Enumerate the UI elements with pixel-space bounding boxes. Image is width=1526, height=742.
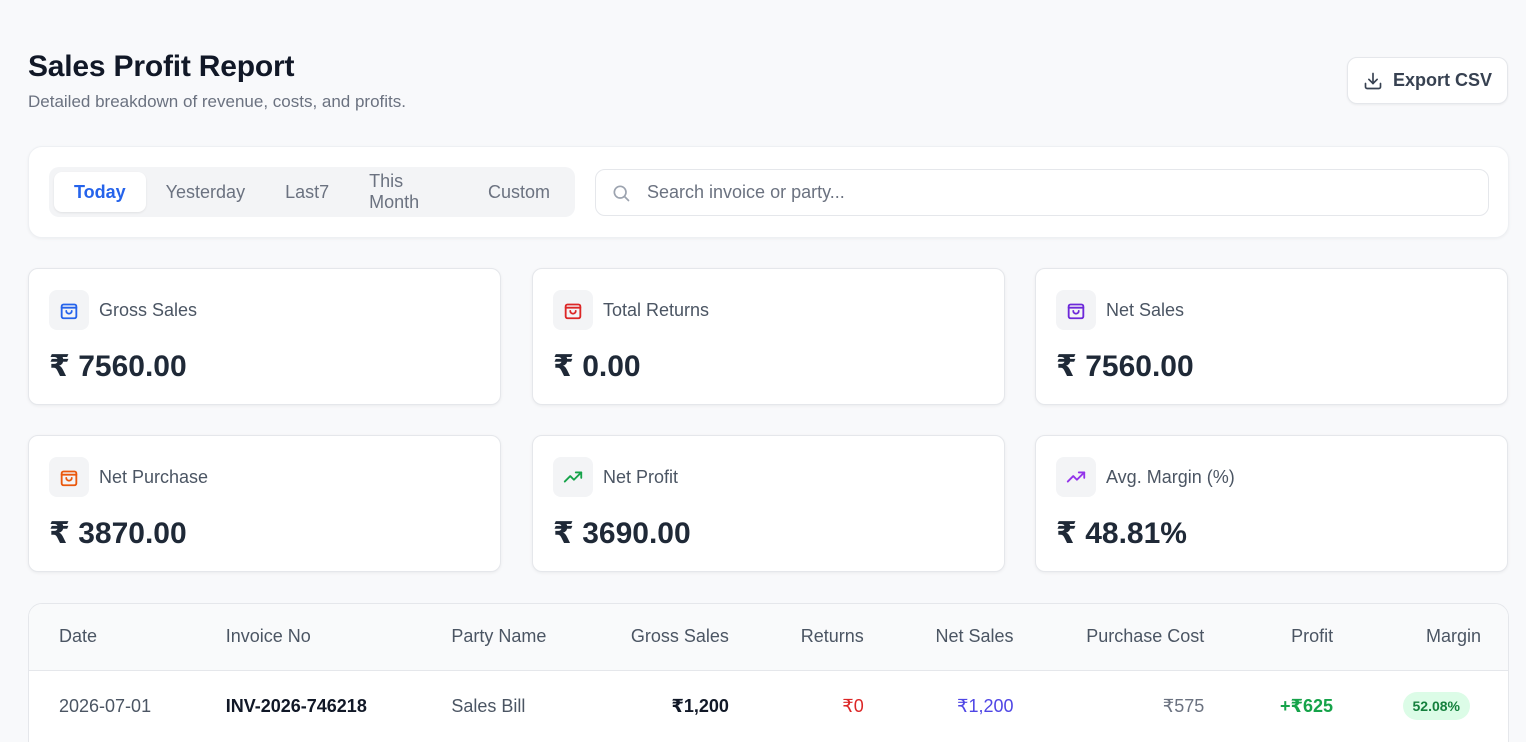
cell-purchase-cost: ₹575 xyxy=(1162,695,1205,716)
table-row[interactable]: 2026-07-01 INV-2026-746218 Sales Bill ₹1… xyxy=(29,670,1508,742)
cell-margin: 52.08% xyxy=(1333,670,1508,742)
stat-icon-box xyxy=(49,290,89,330)
date-range-tabs: Today Yesterday Last7 This Month Custom xyxy=(49,167,575,217)
cell-date: 2026-07-01 xyxy=(59,695,152,716)
search-icon xyxy=(613,185,630,201)
cell-returns: ₹0 xyxy=(842,695,864,716)
filter-bar: Today Yesterday Last7 This Month Custom xyxy=(28,146,1509,238)
shopping-bag-icon xyxy=(564,303,582,320)
stat-value: ₹ 3870.00 xyxy=(49,517,187,550)
download-icon xyxy=(1364,72,1382,89)
stat-label: Net Profit xyxy=(603,467,679,487)
tab-yesterday[interactable]: Yesterday xyxy=(146,172,265,212)
stat-value: ₹ 7560.00 xyxy=(49,350,187,383)
export-csv-button[interactable]: Export CSV xyxy=(1347,57,1508,104)
export-csv-label: Export CSV xyxy=(1392,70,1493,90)
column-header-purchase-cost: Purchase Cost xyxy=(1086,626,1205,647)
page-title: Sales Profit Report xyxy=(28,50,295,83)
stat-value: ₹ 0.00 xyxy=(553,350,641,383)
cell-profit: +₹625 xyxy=(1280,695,1334,716)
trending-up-icon xyxy=(563,471,583,483)
margin-badge: 52.08% xyxy=(1402,692,1470,721)
stat-icon-box xyxy=(1056,457,1096,497)
stat-card-avg-margin: Avg. Margin (%) ₹ 48.81% xyxy=(1035,435,1508,572)
shopping-bag-icon xyxy=(1067,303,1085,320)
page-header: Sales Profit Report Detailed breakdown o… xyxy=(28,50,406,112)
shopping-bag-icon xyxy=(60,470,78,487)
search-input[interactable] xyxy=(647,182,1447,203)
cell-gross-sales: ₹1,200 xyxy=(671,695,729,716)
column-header-net-sales: Net Sales xyxy=(935,626,1014,647)
cell-party-name: Sales Bill xyxy=(451,695,526,716)
stat-card-net-sales: Net Sales ₹ 7560.00 xyxy=(1035,268,1508,405)
stat-icon-box xyxy=(1056,290,1096,330)
search-box xyxy=(595,169,1489,216)
cell-net-sales: ₹1,200 xyxy=(957,695,1014,716)
column-header-gross-sales: Gross Sales xyxy=(630,626,729,647)
trending-up-icon xyxy=(1066,471,1086,483)
column-header-date: Date xyxy=(59,626,98,647)
stat-value: ₹ 48.81% xyxy=(1056,517,1187,550)
stat-icon-box xyxy=(49,457,89,497)
shopping-bag-icon xyxy=(60,303,78,320)
column-header-returns: Returns xyxy=(800,626,864,647)
profit-table: Date Invoice No Party Name Gross Sales R… xyxy=(28,603,1509,742)
stat-label: Total Returns xyxy=(603,300,710,320)
column-header-invoice-no: Invoice No xyxy=(225,626,311,647)
cell-invoice-no: INV-2026-746218 xyxy=(225,695,367,716)
stat-icon-box xyxy=(553,290,593,330)
stat-card-gross-sales: Gross Sales ₹ 7560.00 xyxy=(28,268,501,405)
tab-this-month[interactable]: This Month xyxy=(349,171,468,212)
column-header-party-name: Party Name xyxy=(451,626,547,647)
column-header-profit: Profit xyxy=(1291,626,1334,647)
column-header-margin: Margin xyxy=(1425,626,1481,647)
stat-label: Net Purchase xyxy=(99,467,209,487)
tab-last7[interactable]: Last7 xyxy=(265,172,349,212)
page-subtitle: Detailed breakdown of revenue, costs, an… xyxy=(28,92,406,111)
stat-icon-box xyxy=(553,457,593,497)
table-header-row: Date Invoice No Party Name Gross Sales R… xyxy=(29,604,1508,670)
stat-label: Avg. Margin (%) xyxy=(1106,467,1235,487)
stat-value: ₹ 3690.00 xyxy=(553,517,691,550)
stat-value: ₹ 7560.00 xyxy=(1056,350,1194,383)
tab-custom[interactable]: Custom xyxy=(468,172,570,212)
stat-card-total-returns: Total Returns ₹ 0.00 xyxy=(532,268,1005,405)
stat-label: Net Sales xyxy=(1106,300,1185,320)
stat-card-net-profit: Net Profit ₹ 3690.00 xyxy=(532,435,1005,572)
stat-label: Gross Sales xyxy=(99,300,198,320)
stat-card-net-purchase: Net Purchase ₹ 3870.00 xyxy=(28,435,501,572)
sales-profit-report-page: Sales Profit Report Detailed breakdown o… xyxy=(0,0,1526,742)
tab-today[interactable]: Today xyxy=(54,172,146,212)
